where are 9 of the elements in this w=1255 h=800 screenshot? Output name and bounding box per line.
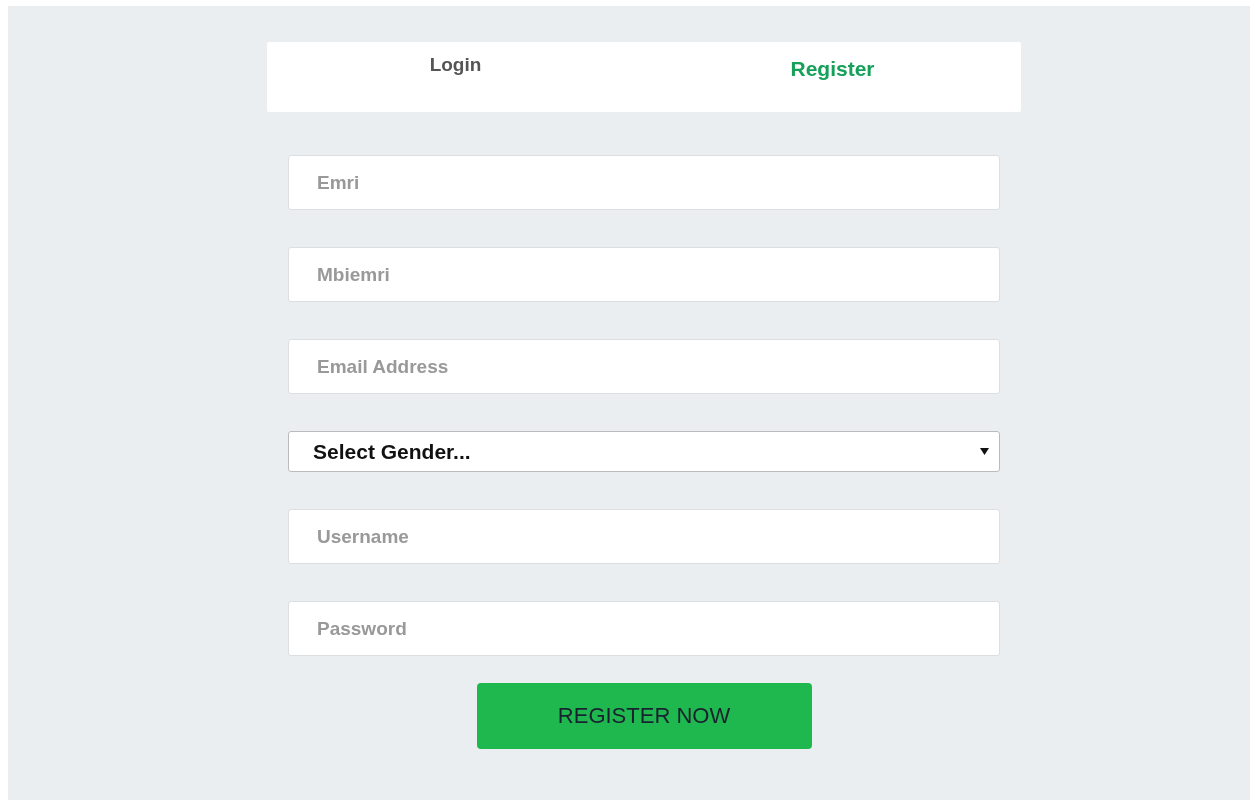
register-button[interactable]: REGISTER NOW [476,683,812,749]
input-field[interactable]: Emri [288,155,1000,210]
input-field[interactable]: Username [288,509,1000,564]
input-field[interactable]: Mbiemri [288,247,1000,302]
input-field[interactable]: Email Address [288,339,1000,394]
gender-select[interactable]: Select Gender... [288,431,1000,472]
tab[interactable]: Login [267,42,644,76]
input-field[interactable]: Password [288,601,1000,656]
caret-icon [980,448,989,455]
